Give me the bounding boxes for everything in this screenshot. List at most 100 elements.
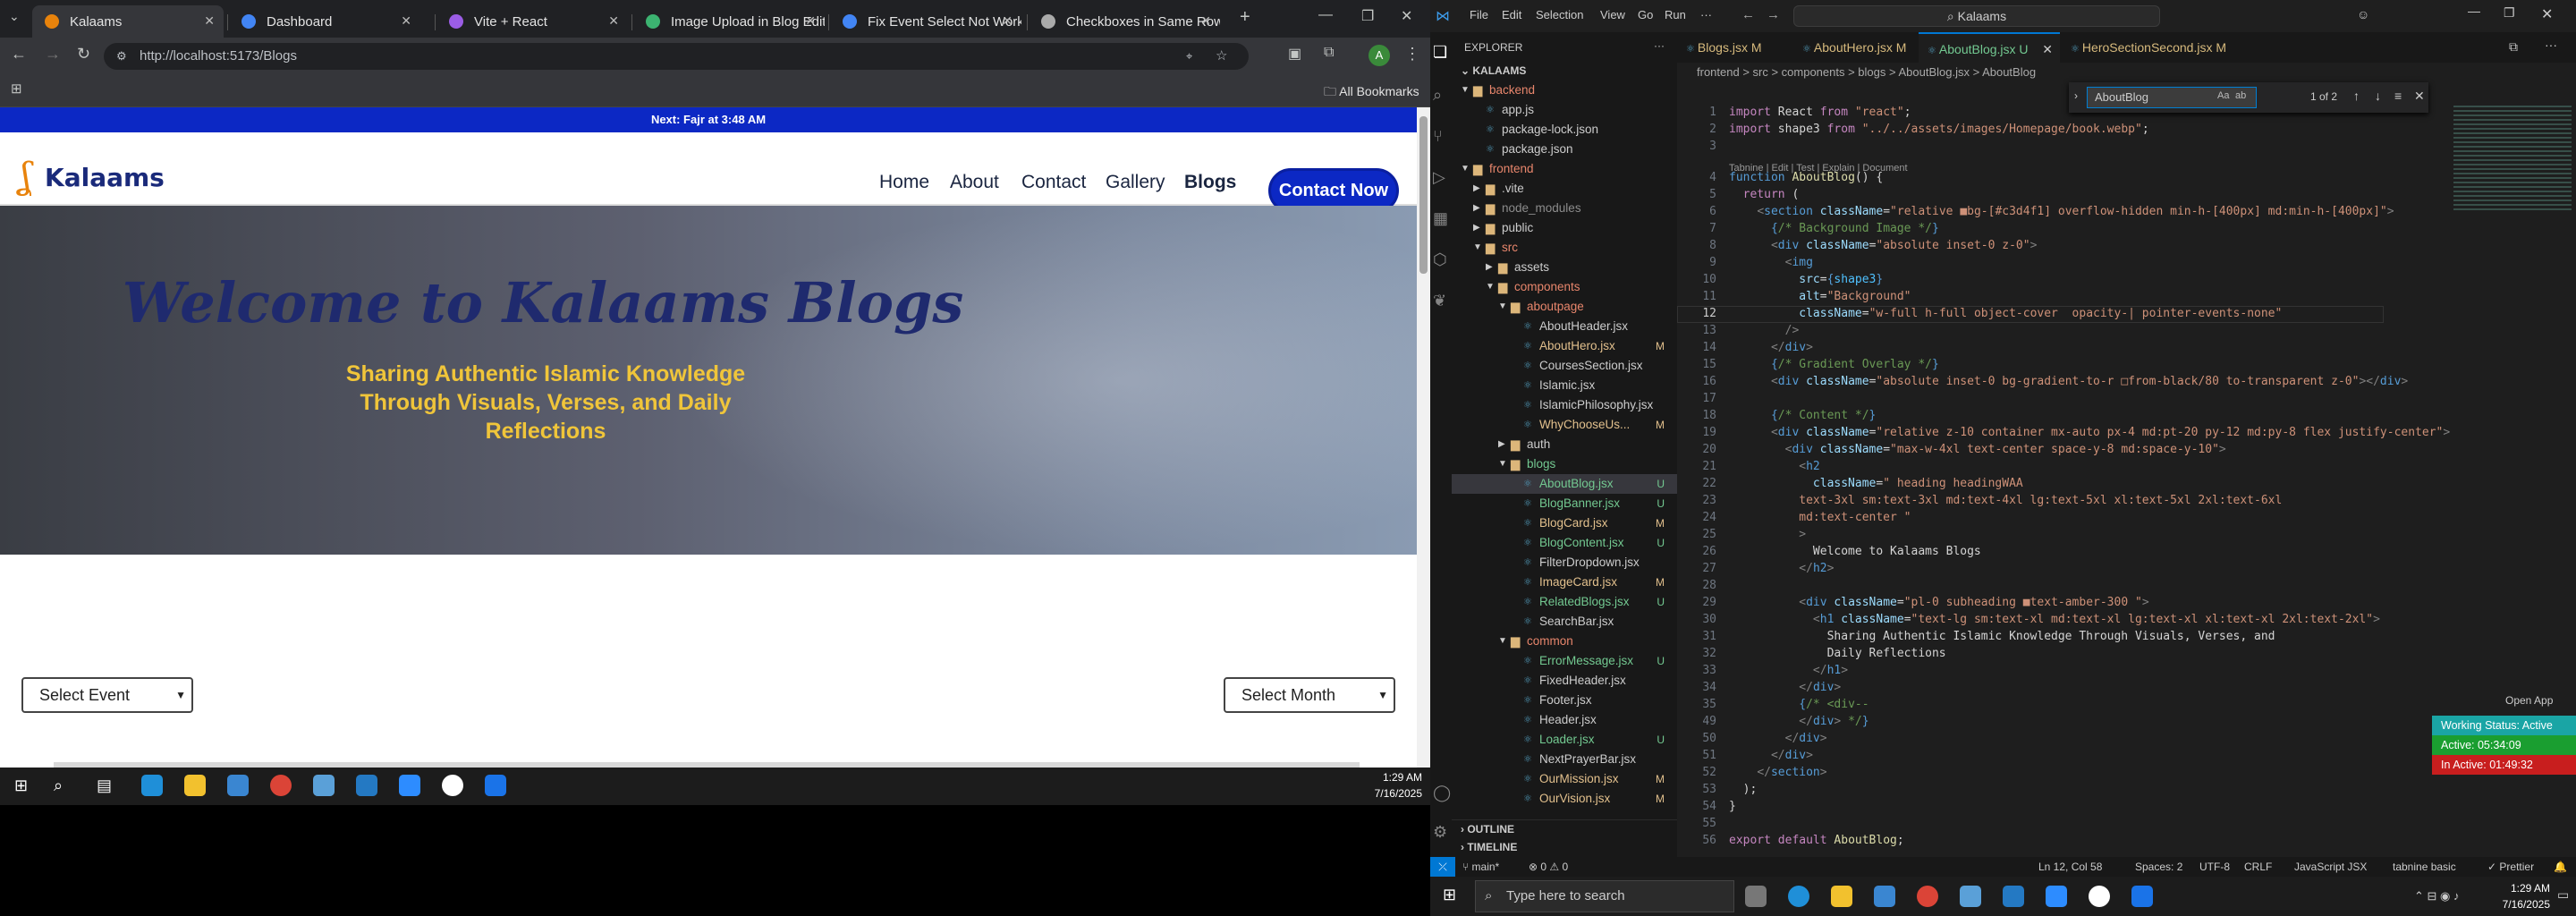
browser-tab[interactable]: Vite + React ✕ (436, 5, 628, 38)
new-tab-icon[interactable]: + (1240, 7, 1250, 28)
menu-icon[interactable]: ⋮ (1404, 45, 1420, 64)
close-tab-icon[interactable]: ✕ (1002, 13, 1013, 29)
code-line[interactable]: ); (1729, 783, 1758, 796)
media-icon[interactable] (2089, 886, 2110, 907)
tree-file[interactable]: ⚛ IslamicPhilosophy.jsx (1452, 395, 1677, 415)
menu-item[interactable]: ··· (1700, 8, 1712, 21)
line-number[interactable]: 11 (1677, 290, 1716, 303)
app-icon[interactable] (1960, 886, 1981, 907)
line-number[interactable]: 27 (1677, 562, 1716, 575)
address-bar[interactable]: ⚙ http://localhost:5173/Blogs ☆ ⌖ (104, 43, 1249, 70)
line-number[interactable]: 9 (1677, 256, 1716, 269)
tree-folder[interactable]: ▼ ▆ backend (1452, 81, 1677, 100)
tree-file[interactable]: ⚛ OurVision.jsx M (1452, 789, 1677, 809)
language-mode[interactable]: JavaScript JSX (2294, 857, 2367, 877)
code-line[interactable]: import React from "react"; (1729, 106, 1911, 119)
task-view-icon[interactable]: ▤ (97, 776, 112, 795)
edge-icon[interactable] (1788, 886, 1809, 907)
media-icon[interactable] (442, 775, 463, 796)
start-icon[interactable]: ⊞ (14, 776, 28, 795)
system-tray-icons[interactable]: ⌃ ⊟ ◉ ♪ (2414, 889, 2459, 903)
line-number[interactable]: 23 (1677, 494, 1716, 507)
notification-center-icon[interactable]: ▭ (2557, 887, 2569, 903)
line-number[interactable]: 33 (1677, 664, 1716, 677)
menu-item[interactable]: Run (1665, 8, 1686, 21)
tree-folder[interactable]: ▶ ▆ assets (1452, 258, 1677, 277)
back-icon[interactable]: ← (1741, 7, 1755, 22)
code-line[interactable]: </section> (1729, 766, 1826, 779)
line-number[interactable]: 17 (1677, 392, 1716, 405)
editor-tab[interactable]: ⚛ AboutHero.jsx M (1793, 32, 1917, 63)
code-line[interactable]: alt="Background" (1729, 290, 1911, 303)
profile-avatar[interactable]: A (1368, 45, 1390, 66)
match-case-icon[interactable]: Aa (2217, 90, 2229, 101)
browser-tab[interactable]: Checkboxes in Same Row ✕ (1029, 5, 1220, 38)
nav-gallery[interactable]: Gallery (1106, 172, 1165, 193)
run-debug-icon[interactable]: ▷ (1433, 168, 1445, 187)
extensions-icon[interactable]: ▦ (1433, 209, 1448, 228)
nav-about[interactable]: About (950, 172, 999, 193)
cursor-position[interactable]: Ln 12, Col 58 (2038, 857, 2102, 877)
code-line[interactable]: Daily Reflections (1729, 647, 1946, 660)
code-line[interactable]: Sharing Authentic Islamic Knowledge Thro… (1729, 630, 2275, 643)
line-number[interactable]: 3 (1677, 140, 1716, 153)
tree-folder[interactable]: ▼ ▆ blogs (1452, 454, 1677, 474)
maximize-icon[interactable]: ❐ (1361, 7, 1374, 25)
code-line[interactable]: function AboutBlog() { (1729, 171, 1883, 184)
close-find-icon[interactable]: ✕ (2414, 89, 2425, 104)
line-number[interactable]: 55 (1677, 817, 1716, 830)
line-number[interactable]: 6 (1677, 205, 1716, 218)
line-number[interactable]: 28 (1677, 579, 1716, 592)
store-icon[interactable] (1874, 886, 1895, 907)
previous-match-icon[interactable]: ↑ (2353, 89, 2360, 103)
site-info-icon[interactable]: ⚙ (116, 43, 127, 70)
notifications-icon[interactable]: 🔔 (2554, 857, 2567, 877)
tree-file[interactable]: ⚛ AboutBlog.jsx U (1452, 474, 1677, 494)
close-tab-icon[interactable]: ✕ (401, 13, 411, 29)
tree-folder[interactable]: ▼ ▆ aboutpage (1452, 297, 1677, 317)
tree-file[interactable]: ⚛ BlogContent.jsx U (1452, 533, 1677, 553)
tree-file[interactable]: ⚛ AboutHeader.jsx (1452, 317, 1677, 336)
branch-indicator[interactable]: ⑂ main* (1462, 857, 1499, 877)
line-number[interactable]: 12 (1677, 307, 1716, 320)
prettier-status[interactable]: ✓ Prettier (2487, 857, 2534, 877)
code-line[interactable]: } (1729, 800, 1736, 813)
code-line[interactable]: export default AboutBlog; (1729, 834, 1904, 847)
tree-file[interactable]: ⚛ BlogCard.jsx M (1452, 513, 1677, 533)
line-number[interactable]: 19 (1677, 426, 1716, 439)
whole-word-icon[interactable]: ab (2235, 90, 2246, 101)
tree-file[interactable]: ⚛ ImageCard.jsx M (1452, 572, 1677, 592)
line-number[interactable]: 16 (1677, 375, 1716, 388)
code-line[interactable]: <section className="relative ■bg-[#c3d4f… (1729, 205, 2394, 218)
line-number[interactable]: 4 (1677, 171, 1716, 184)
code-line[interactable]: </div> (1729, 749, 1813, 762)
code-line[interactable]: import shape3 from "../../assets/images/… (1729, 123, 2149, 136)
line-number[interactable]: 22 (1677, 477, 1716, 490)
line-number[interactable]: 15 (1677, 358, 1716, 371)
browser-tab[interactable]: Image Upload in Blog Editor ✕ (633, 5, 825, 38)
leaf-icon[interactable]: ❦ (1433, 292, 1446, 310)
line-number[interactable]: 18 (1677, 409, 1716, 422)
menu-item[interactable]: View (1600, 8, 1625, 21)
tree-file[interactable]: ⚛ Header.jsx (1452, 710, 1677, 730)
file-explorer-icon[interactable] (184, 775, 206, 796)
bookmark-star-icon[interactable]: ☆ (1216, 43, 1227, 70)
tree-file[interactable]: ⚛ CoursesSection.jsx (1452, 356, 1677, 376)
remote-indicator-icon[interactable]: ⤫ (1430, 857, 1455, 877)
line-number[interactable]: 35 (1677, 698, 1716, 711)
line-number[interactable]: 31 (1677, 630, 1716, 643)
minimize-icon[interactable]: — (2468, 4, 2480, 18)
line-number[interactable]: 51 (1677, 749, 1716, 762)
code-line[interactable]: Welcome to Kalaams Blogs (1729, 545, 1981, 558)
code-line[interactable]: {/* Gradient Overlay */} (1729, 358, 1939, 371)
menu-item[interactable]: Go (1638, 8, 1653, 21)
tree-file[interactable]: ⚛ RelatedBlogs.jsx U (1452, 592, 1677, 612)
code-line[interactable]: <div className="absolute inset-0 z-0"> (1729, 239, 2037, 252)
more-actions-icon[interactable]: ··· (1654, 39, 1665, 52)
chevron-right-icon[interactable]: › (2074, 89, 2078, 102)
line-number[interactable]: 1 (1677, 106, 1716, 119)
line-number[interactable]: 26 (1677, 545, 1716, 558)
encoding[interactable]: UTF-8 (2199, 857, 2230, 877)
problems-indicator[interactable]: ⊗ 0 ⚠ 0 (1529, 857, 1568, 877)
code-line[interactable]: text-3xl sm:text-3xl md:text-4xl lg:text… (1729, 494, 2282, 507)
